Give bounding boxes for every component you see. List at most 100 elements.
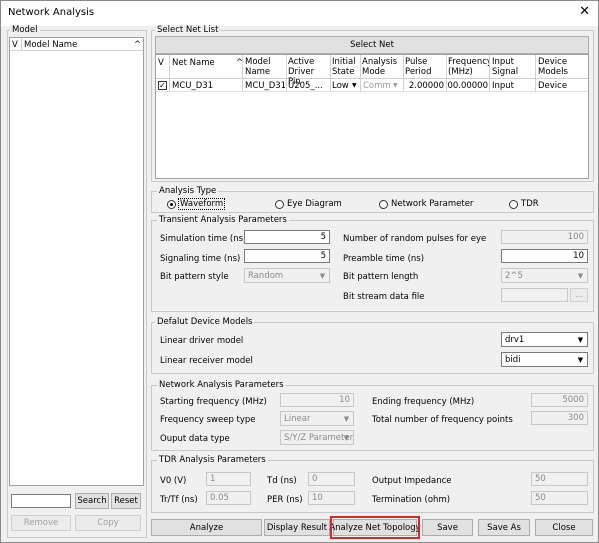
window-title: Network Analysis (8, 7, 95, 18)
row-checkbox[interactable]: ✓ (158, 81, 167, 90)
display-result-button[interactable]: Display Result (264, 519, 330, 536)
bit-pattern-style-select[interactable]: Random ▼ (244, 268, 330, 283)
chevron-down-icon: ▼ (343, 433, 350, 442)
sweep-type-label: Frequency sweep type (160, 415, 256, 425)
search-button[interactable]: Search (75, 493, 109, 509)
bit-pattern-length-value: 2^5 (505, 271, 523, 281)
col-input-signal[interactable]: Input Signal (492, 57, 534, 77)
linear-receiver-value: bidi (505, 355, 521, 365)
analyze-button[interactable]: Analyze (151, 519, 262, 536)
save-button[interactable]: Save (422, 519, 473, 536)
col-pulse-period[interactable]: Pulse Period (405, 57, 445, 77)
radio-tdr[interactable] (509, 200, 518, 209)
chevron-down-icon: ▼ (343, 414, 350, 423)
bit-pattern-style-value: Random (248, 271, 284, 281)
linear-receiver-select[interactable]: bidi ▼ (501, 352, 588, 367)
radio-waveform[interactable] (167, 200, 176, 209)
row-model-name: MCU_D31 (245, 81, 285, 91)
output-type-select[interactable]: S/Y/Z Parameter ▼ (280, 430, 354, 445)
sweep-type-value: Linear (284, 414, 311, 424)
model-search-input[interactable] (11, 494, 71, 508)
row-analysis-mode[interactable]: Comm (363, 81, 391, 91)
title-bar: Network Analysis ✕ (1, 1, 598, 26)
analyze-net-topology-button[interactable]: Analyze Net Topology (329, 516, 421, 539)
linear-driver-value: drv1 (505, 335, 525, 345)
chevron-down-icon: ▼ (577, 271, 584, 280)
end-freq-label: Ending frequency (MHz) (372, 397, 475, 407)
col-initial-state[interactable]: Initial State (332, 57, 360, 77)
col-net-name[interactable]: Net Name (172, 58, 230, 68)
simulation-time-input[interactable]: 5 (244, 230, 330, 244)
chevron-down-icon: ▼ (577, 355, 584, 364)
radio-eye-diagram-label[interactable]: Eye Diagram (287, 199, 342, 209)
output-impedance-input[interactable]: 50 (531, 472, 588, 486)
remove-button[interactable]: Remove (11, 515, 71, 531)
transient-group-label: Transient Analysis Parameters (157, 215, 289, 225)
chevron-down-icon: ▼ (319, 271, 326, 280)
col-device-models[interactable]: Device Models (538, 57, 584, 77)
row-pulse-period[interactable]: 2.00000 (406, 81, 444, 91)
random-pulses-input[interactable]: 100 (501, 230, 588, 244)
col-v[interactable]: V (158, 58, 164, 68)
td-input[interactable]: 0 (308, 472, 355, 486)
bit-pattern-length-label: Bit pattern length (343, 272, 419, 282)
start-freq-label: Starting frequency (MHz) (160, 397, 267, 407)
model-list[interactable]: V Model Name ^ (9, 37, 144, 486)
net-table-row[interactable]: ✓ MCU_D31 MCU_D31 U205_... Low ▼ Comm ▼ … (156, 80, 588, 92)
radio-waveform-label[interactable]: Waveform (177, 198, 226, 210)
row-input-signal[interactable]: Input (492, 81, 532, 91)
signaling-time-label: Signaling time (ns) (160, 254, 241, 264)
net-table: V Net Name ^ Model Name Active Driver Pi… (155, 54, 589, 179)
save-as-button[interactable]: Save As (478, 519, 530, 536)
bit-stream-label: Bit stream data file (343, 292, 425, 302)
start-freq-input[interactable]: 10 (280, 393, 354, 407)
reset-button[interactable]: Reset (111, 493, 141, 509)
v0-label: V0 (V) (160, 476, 187, 486)
end-freq-input[interactable]: 5000 (531, 393, 588, 407)
preamble-time-input[interactable]: 10 (501, 249, 588, 263)
bit-pattern-length-select[interactable]: 2^5 ▼ (501, 268, 588, 283)
radio-network-parameter[interactable] (379, 200, 388, 209)
signaling-time-input[interactable]: 5 (244, 249, 330, 263)
row-device-models[interactable]: Device (538, 81, 584, 91)
radio-network-parameter-label[interactable]: Network Parameter (391, 199, 473, 209)
row-initial-state[interactable]: Low (332, 81, 352, 91)
bit-stream-input[interactable] (501, 288, 568, 302)
chevron-down-icon: ▼ (577, 335, 584, 344)
random-pulses-label: Number of random pulses for eye (343, 234, 487, 244)
per-label: PER (ns) (267, 495, 303, 505)
network-analysis-window: Network Analysis ✕ Model V Model Name ^ … (0, 0, 599, 543)
v0-input[interactable]: 1 (206, 472, 251, 486)
linear-driver-select[interactable]: drv1 ▼ (501, 332, 588, 347)
network-params-group-label: Network Analysis Parameters (157, 380, 286, 390)
col-model-name[interactable]: Model Name (245, 57, 285, 77)
close-icon[interactable]: ✕ (579, 5, 590, 19)
linear-driver-label: Linear driver model (160, 336, 244, 346)
chevron-down-icon[interactable]: ▼ (393, 81, 398, 91)
termination-input[interactable]: 50 (531, 491, 588, 505)
row-frequency[interactable]: 500.00000 (447, 81, 488, 91)
sweep-type-select[interactable]: Linear ▼ (280, 411, 354, 426)
select-net-button[interactable]: Select Net (155, 36, 589, 54)
trtf-input[interactable]: 0.05 (206, 491, 251, 505)
radio-eye-diagram[interactable] (275, 200, 284, 209)
device-models-group-label: Defalut Device Models (155, 317, 255, 327)
per-input[interactable]: 10 (308, 491, 355, 505)
col-frequency[interactable]: Frequency (MHz) (448, 57, 490, 77)
preamble-time-label: Preamble time (ns) (343, 254, 425, 264)
trtf-label: Tr/Tf (ns) (160, 495, 198, 505)
col-model-name-header[interactable]: Model Name (24, 40, 77, 50)
model-list-header: V Model Name ^ (10, 38, 143, 51)
close-button[interactable]: Close (535, 519, 593, 536)
browse-button[interactable]: ... (570, 288, 588, 302)
col-v-header[interactable]: V (12, 40, 18, 50)
col-analysis-mode[interactable]: Analysis Mode (362, 57, 402, 77)
copy-button[interactable]: Copy (75, 515, 141, 531)
chevron-down-icon[interactable]: ▼ (352, 81, 357, 91)
tdr-group (151, 460, 594, 513)
radio-tdr-label[interactable]: TDR (521, 199, 539, 209)
row-active-driver-pin[interactable]: U205_... (288, 81, 328, 91)
total-points-input[interactable]: 300 (531, 411, 588, 425)
net-list-group-label: Select Net List (155, 25, 221, 35)
model-group-label: Model (10, 25, 40, 35)
